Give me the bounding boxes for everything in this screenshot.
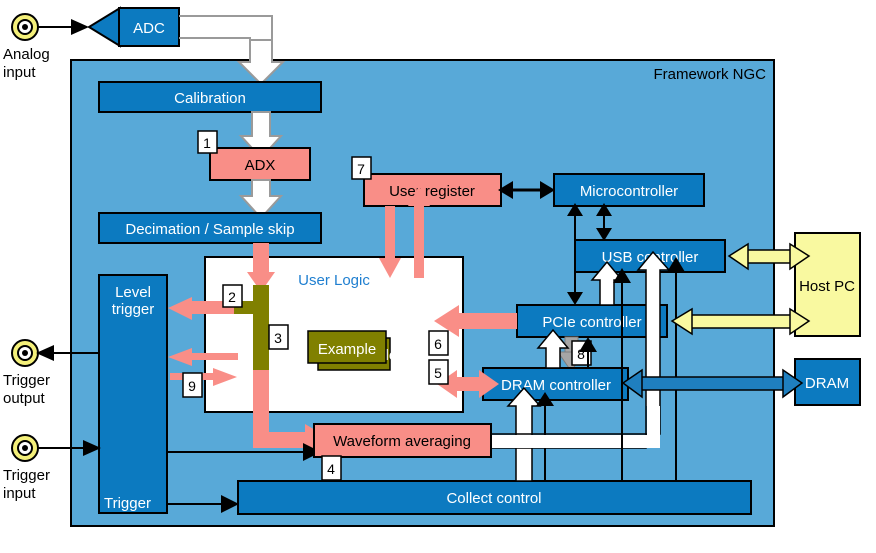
waveform-white-bus-fill — [492, 435, 660, 448]
dram-label: DRAM — [805, 375, 849, 392]
host-pc-label: Host PC — [799, 278, 855, 295]
example-front-label: Example — [318, 341, 376, 358]
marker-7-label: 7 — [357, 161, 365, 177]
adx-label: ADX — [245, 157, 276, 174]
framework-ngc-label: Framework NGC — [653, 66, 766, 83]
marker-2-label: 2 — [228, 289, 236, 305]
user-logic-vertical-bus — [253, 285, 269, 375]
marker-4-label: 4 — [327, 461, 335, 477]
trigger-input-core-icon — [22, 445, 28, 451]
marker-9-label: 9 — [188, 378, 196, 394]
level-trigger-label-line2: trigger — [112, 301, 155, 318]
marker-6: 6 — [428, 330, 449, 356]
adc-label: ADC — [133, 20, 165, 37]
analog-input-label-line2: input — [3, 64, 36, 81]
user-logic-label: User Logic — [298, 272, 370, 289]
marker-2: 2 — [222, 284, 243, 308]
marker-7: 7 — [351, 156, 372, 180]
waveform-averaging-label: Waveform averaging — [333, 433, 471, 450]
user-register-label: User register — [389, 183, 475, 200]
analog-input-label-line1: Analog — [3, 46, 50, 63]
analog-input-connector-core-icon — [22, 24, 28, 30]
marker-5-label: 5 — [434, 365, 442, 381]
diagram-svg: Framework NGC Analog input ADC Calibrati… — [0, 0, 876, 553]
trigger-input-label-line1: Trigger — [3, 467, 50, 484]
marker-1-label: 1 — [203, 135, 211, 151]
marker-9: 9 — [182, 372, 203, 398]
marker-6-label: 6 — [434, 336, 442, 352]
decimation-label: Decimation / Sample skip — [125, 221, 294, 238]
calibration-label: Calibration — [174, 90, 246, 107]
collect-control-label: Collect control — [446, 490, 541, 507]
trigger-output-core-icon — [22, 350, 28, 356]
marker-4: 4 — [321, 455, 342, 481]
trigger-output-label-line2: output — [3, 390, 46, 407]
marker-3-label: 3 — [274, 330, 282, 346]
marker-3: 3 — [268, 324, 289, 350]
level-trigger-label-line1: Level — [115, 284, 151, 301]
pcie-controller-label: PCIe controller — [542, 314, 641, 331]
dram-controller-label: DRAM controller — [501, 377, 611, 394]
microcontroller-label: Microcontroller — [580, 183, 678, 200]
trigger-input-label-line2: input — [3, 485, 36, 502]
trigger-output-label-line1: Trigger — [3, 372, 50, 389]
marker-5: 5 — [428, 359, 449, 385]
block-diagram-canvas: Framework NGC Analog input ADC Calibrati… — [0, 0, 876, 553]
trigger-section-label: Trigger — [104, 495, 151, 512]
marker-1: 1 — [197, 130, 218, 154]
